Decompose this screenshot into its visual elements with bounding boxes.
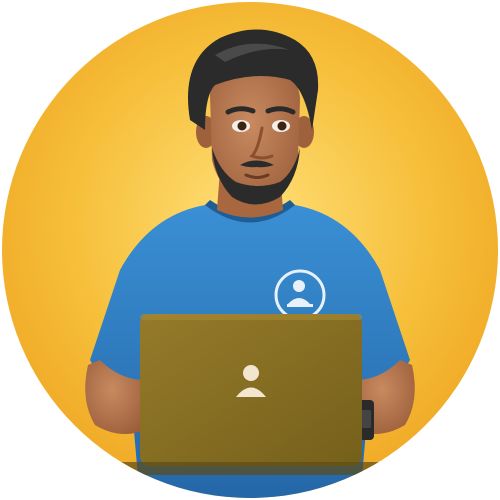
avatar-svg — [2, 2, 498, 498]
avatar-illustration — [0, 0, 500, 500]
eye-right — [272, 120, 290, 132]
eye-left — [232, 120, 250, 132]
